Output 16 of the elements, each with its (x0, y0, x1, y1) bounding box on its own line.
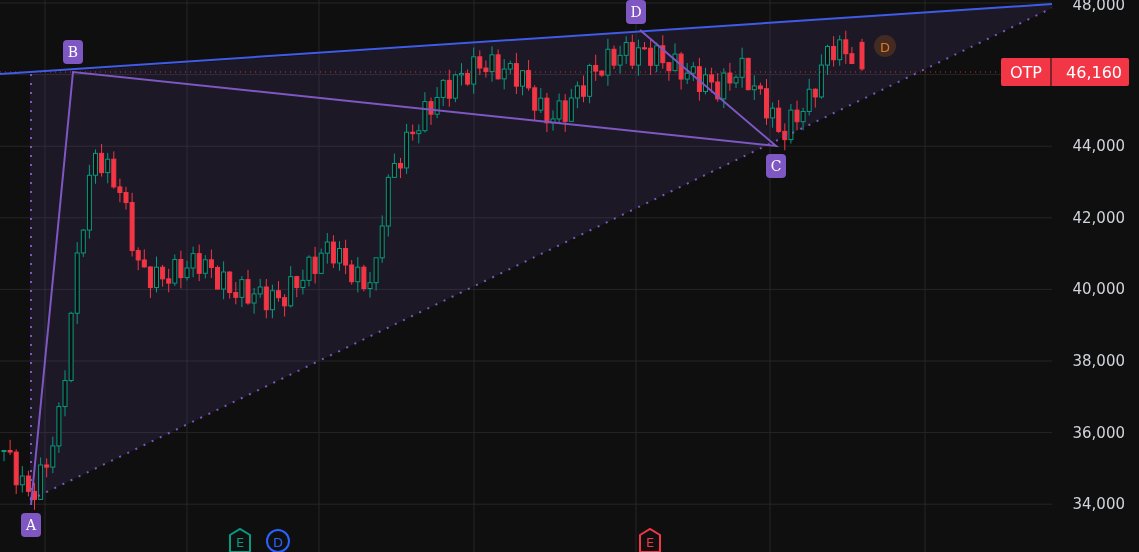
dividend-marker[interactable]: D (874, 35, 896, 57)
point-label: B (63, 40, 83, 64)
earnings-marker[interactable]: E (639, 527, 661, 552)
axis-label: 42,000 (1072, 208, 1125, 227)
axis-label: 38,000 (1072, 352, 1125, 370)
point-label: A (21, 513, 41, 537)
point-label: C (766, 154, 786, 178)
price-tag: OTP 46,160 (1001, 57, 1129, 87)
axis-label: 36,000 (1072, 423, 1125, 442)
point-label: D (626, 0, 646, 24)
axis-label: 40,000 (1072, 280, 1125, 299)
axis-label: 44,000 (1072, 137, 1125, 156)
axis-label: 34,000 (1072, 495, 1125, 514)
dividend-marker[interactable]: D (266, 529, 290, 552)
earnings-marker[interactable]: E (229, 527, 251, 552)
candle (859, 38, 865, 72)
